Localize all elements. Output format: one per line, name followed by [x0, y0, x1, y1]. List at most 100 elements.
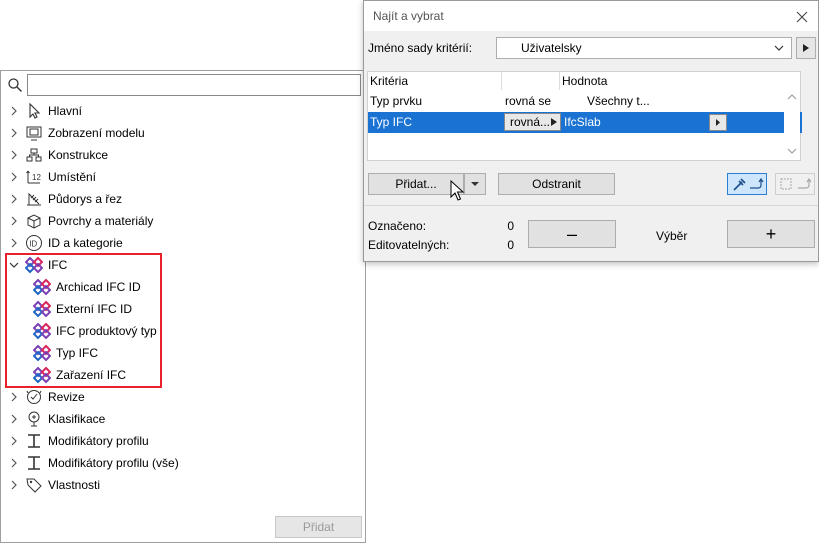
- tree-item-profile-modifiers-all[interactable]: Modifikátory profilu (vše): [1, 452, 179, 474]
- chevron-right-icon[interactable]: [9, 172, 19, 182]
- marked-label: Označeno:: [368, 219, 427, 233]
- operator-cell[interactable]: rovná se: [505, 91, 551, 112]
- tree-item-label: Archicad IFC ID: [56, 280, 141, 294]
- tree-item-external-ifc-id[interactable]: Externí IFC ID: [1, 298, 132, 320]
- tree-item-label: Povrchy a materiály: [48, 214, 154, 228]
- table-row[interactable]: Typ prvku rovná se Všechny t...: [368, 91, 802, 112]
- tree-item-label: Klasifikace: [48, 412, 106, 426]
- find-select-dialog: Najít a vybrat Jméno sady kritérií: Uživ…: [363, 0, 819, 262]
- criteria-table: Kritéria Hodnota Typ prvku rovná se Všec…: [367, 71, 802, 161]
- deselect-minus-button[interactable]: –: [528, 220, 616, 248]
- svg-text:12: 12: [32, 173, 41, 182]
- criteria-set-select[interactable]: Uživatelsky: [496, 37, 792, 59]
- tree-item-label: Typ IFC: [56, 346, 99, 360]
- ifc-icon: [33, 322, 51, 340]
- criterion-cell: Typ prvku: [370, 94, 423, 108]
- criteria-set-value: Uživatelsky: [521, 41, 582, 55]
- model-view-icon: [26, 126, 42, 141]
- tree-item-label: Konstrukce: [48, 148, 109, 162]
- tree-item-profile-modifiers[interactable]: Modifikátory profilu: [1, 430, 149, 452]
- chevron-right-icon[interactable]: [9, 194, 19, 204]
- classification-icon: [28, 411, 40, 427]
- tree-item-properties[interactable]: Vlastnosti: [1, 474, 100, 496]
- tree-item-label: Hlavní: [48, 104, 83, 118]
- floorplan-section-icon: [27, 192, 41, 206]
- tree-item-label: Zařazení IFC: [56, 368, 127, 382]
- value-cell[interactable]: IfcSlab: [564, 112, 601, 133]
- close-button[interactable]: [792, 7, 812, 27]
- dialog-divider: [364, 205, 818, 206]
- scroll-down-icon[interactable]: [784, 144, 800, 158]
- remove-criteria-button[interactable]: Odstranit: [498, 173, 615, 195]
- arrow-pointer-icon: [29, 102, 41, 119]
- chevron-right-icon[interactable]: [9, 216, 19, 226]
- tree-item-main[interactable]: Hlavní: [1, 100, 82, 122]
- eyedropper-toggle[interactable]: [727, 173, 767, 195]
- tree-item-model-view[interactable]: Zobrazení modelu: [1, 122, 145, 144]
- chevron-right-icon[interactable]: [9, 392, 19, 402]
- criteria-set-arrow-button[interactable]: [796, 37, 816, 59]
- tree-item-label: Zobrazení modelu: [48, 126, 145, 140]
- chevron-down-icon[interactable]: [773, 42, 785, 54]
- criteria-tree-panel: Hlavní Zobrazení modelu Konstrukce 12 Um…: [0, 70, 366, 543]
- dialog-titlebar[interactable]: Najít a vybrat: [364, 1, 818, 31]
- tree-item-label: IFC produktový typ: [56, 324, 157, 338]
- tree-item-structure[interactable]: Konstrukce: [1, 144, 108, 166]
- tree-item-surfaces[interactable]: Povrchy a materiály: [1, 210, 153, 232]
- chevron-right-icon[interactable]: [9, 150, 19, 160]
- criterion-cell: Typ IFC: [370, 115, 413, 129]
- value-expand-button[interactable]: [709, 114, 727, 131]
- table-row-selected[interactable]: Typ IFC rovná... IfcSlab: [368, 112, 802, 133]
- tree-item-label: Půdorys a řez: [48, 192, 123, 206]
- chevron-down-icon[interactable]: [9, 260, 19, 270]
- chevron-right-icon[interactable]: [9, 238, 19, 248]
- surfaces-icon: [27, 214, 41, 229]
- chevron-right-icon[interactable]: [9, 458, 19, 468]
- add-criteria-dropdown[interactable]: [464, 173, 486, 195]
- column-header-operator[interactable]: [502, 72, 560, 90]
- chevron-right-icon[interactable]: [9, 480, 19, 490]
- mouse-cursor-icon: [450, 180, 465, 201]
- tree-item-revision[interactable]: Revize: [1, 386, 85, 408]
- chevron-right-icon[interactable]: [9, 128, 19, 138]
- tree-item-label: Umístění: [48, 170, 97, 184]
- tree-item-archicad-ifc-id[interactable]: Archicad IFC ID: [1, 276, 141, 298]
- chevron-right-icon[interactable]: [9, 436, 19, 446]
- tree-item-floorplan-section[interactable]: Půdorys a řez: [1, 188, 122, 210]
- select-plus-button[interactable]: +: [727, 220, 815, 248]
- profile-icon: [28, 456, 40, 470]
- editable-count: 0: [507, 238, 514, 252]
- column-header-value[interactable]: Hodnota: [560, 72, 786, 90]
- eyedropper-icon: [733, 177, 764, 191]
- tree-item-placement[interactable]: 12 Umístění: [1, 166, 96, 188]
- tree-item-label: IFC: [48, 258, 68, 272]
- value-cell[interactable]: Všechny t...: [587, 91, 650, 112]
- search-icon: [8, 78, 22, 92]
- tree-item-label: Modifikátory profilu: [48, 434, 149, 448]
- placement-icon: 12: [26, 170, 41, 184]
- chevron-right-icon[interactable]: [9, 414, 19, 424]
- selection-label: Výběr: [656, 229, 688, 243]
- dialog-title: Najít a vybrat: [373, 9, 444, 23]
- tree-item-label: Vlastnosti: [48, 478, 101, 492]
- tag-icon: [26, 478, 42, 493]
- id-icon: ID: [26, 235, 42, 251]
- close-icon[interactable]: [796, 11, 808, 23]
- operator-dropdown[interactable]: rovná...: [504, 113, 561, 131]
- svg-text:ID: ID: [29, 240, 37, 249]
- tree-search-input[interactable]: [27, 74, 361, 96]
- tree-item-ifc-classification[interactable]: Zařazení IFC: [1, 364, 126, 386]
- column-header-criteria[interactable]: Kritéria: [368, 72, 502, 90]
- scroll-up-icon[interactable]: [784, 90, 800, 104]
- table-scrollbar[interactable]: [784, 72, 800, 160]
- tree-item-ifc-type[interactable]: Typ IFC: [1, 342, 98, 364]
- extend-selection-toggle[interactable]: [775, 173, 815, 195]
- tree-item-id-category[interactable]: ID ID a kategorie: [1, 232, 123, 254]
- add-criterion-button[interactable]: Přidat: [275, 516, 362, 538]
- tree-item-label: Modifikátory profilu (vše): [48, 456, 179, 470]
- tree-item-ifc[interactable]: IFC: [1, 254, 67, 276]
- chevron-right-icon[interactable]: [9, 106, 19, 116]
- tree-item-classification[interactable]: Klasifikace: [1, 408, 105, 430]
- ifc-icon: [33, 366, 51, 384]
- tree-item-ifc-product-type[interactable]: IFC produktový typ: [1, 320, 157, 342]
